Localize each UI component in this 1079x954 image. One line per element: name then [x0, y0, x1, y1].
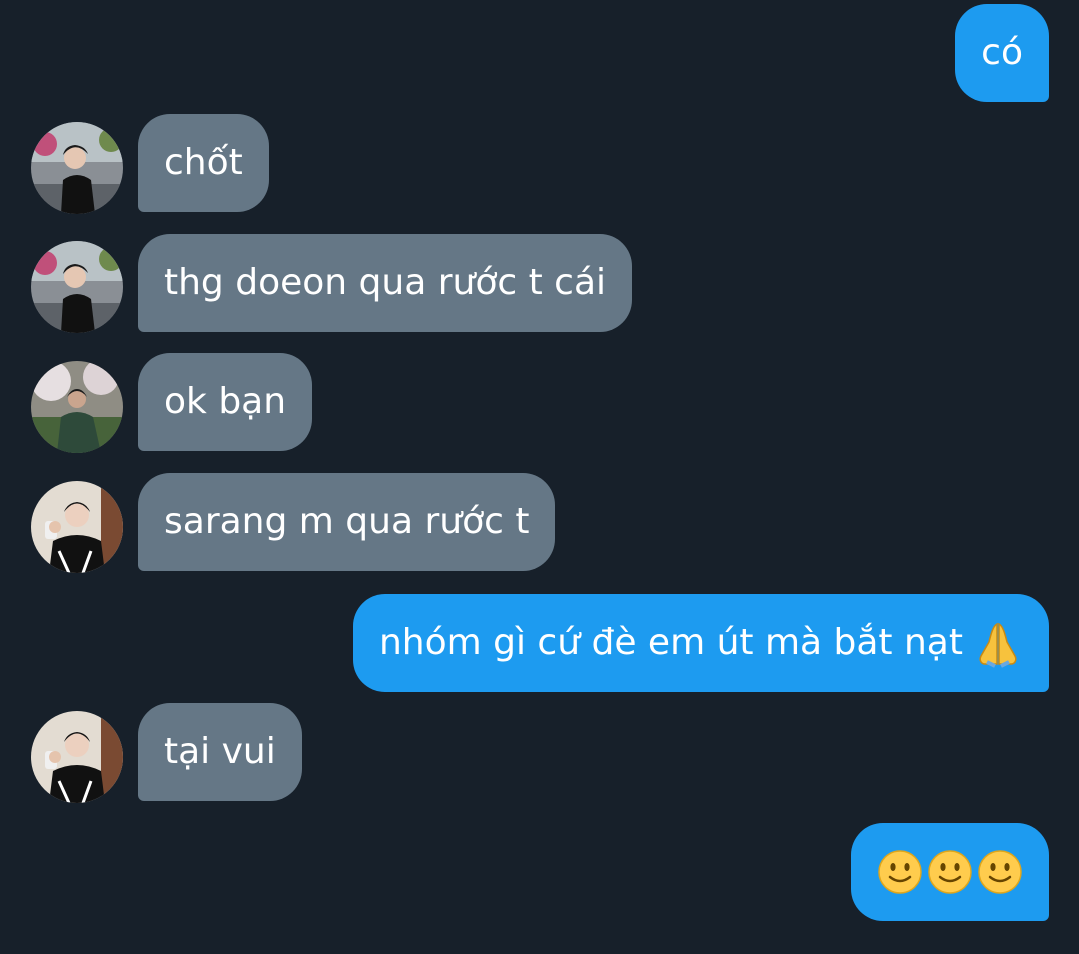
- message-bubble-incoming[interactable]: chốt: [138, 114, 269, 212]
- slightly-smiling-face-icon: [978, 850, 1022, 894]
- avatar-c-icon[interactable]: [31, 481, 123, 573]
- avatar-a-icon[interactable]: [31, 122, 123, 214]
- message-text: nhóm gì cứ đè em út mà bắt nạt: [378, 622, 963, 663]
- message-text: ok bạn: [164, 381, 287, 422]
- folded-hands-icon: [979, 622, 1017, 668]
- slightly-smiling-face-icon: [878, 850, 922, 894]
- avatar-a-icon[interactable]: [31, 241, 123, 333]
- avatar-b-icon[interactable]: [31, 361, 123, 453]
- message-bubble-outgoing[interactable]: có: [955, 4, 1049, 102]
- message-bubble-incoming[interactable]: sarang m qua rước t: [138, 473, 556, 571]
- message-text: thg doeon qua rước t cái: [164, 262, 607, 303]
- message-bubble-outgoing[interactable]: nhóm gì cứ đè em út mà bắt nạt: [352, 594, 1049, 692]
- avatar-c-icon[interactable]: [31, 711, 123, 803]
- message-thread: có chốt thg doeon qua rước t cái ok bạn …: [0, 0, 1079, 954]
- message-bubble-outgoing[interactable]: [851, 823, 1049, 921]
- message-bubble-incoming[interactable]: ok bạn: [138, 353, 313, 451]
- message-text: tại vui: [164, 731, 276, 772]
- message-bubble-incoming[interactable]: tại vui: [138, 703, 302, 801]
- message-bubble-incoming[interactable]: thg doeon qua rước t cái: [138, 234, 633, 332]
- message-text: sarang m qua rước t: [164, 501, 530, 542]
- message-text: có: [981, 32, 1023, 73]
- slightly-smiling-face-icon: [928, 850, 972, 894]
- message-text: chốt: [164, 142, 243, 183]
